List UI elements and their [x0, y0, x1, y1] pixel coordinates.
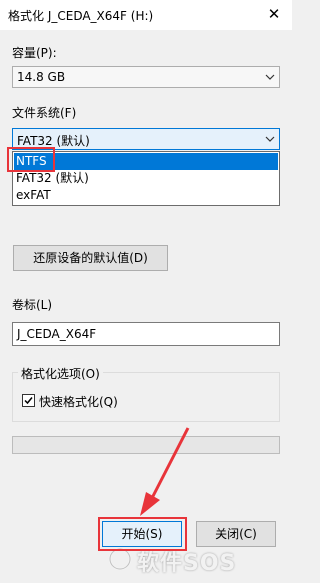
annotation-arrow-icon [140, 427, 190, 516]
